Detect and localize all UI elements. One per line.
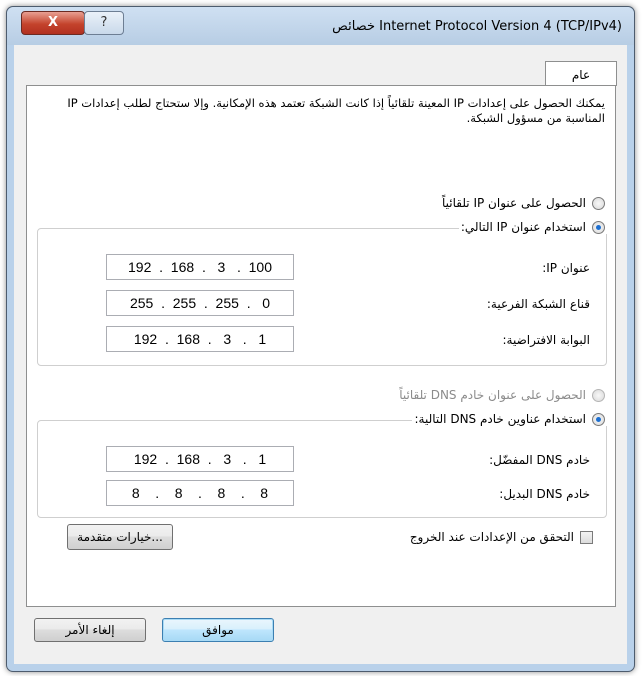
dns-auto-option[interactable]: الحصول على عنوان خادم DNS تلقائياً [399,388,605,402]
validate-on-exit-checkbox[interactable] [580,530,593,544]
tab-general[interactable]: عام [545,61,617,86]
advanced-button[interactable]: خيارات متقدمة... [67,524,173,550]
close-icon: X [47,15,59,30]
dns-auto-radio[interactable] [592,388,605,402]
preferred-dns-field[interactable]: 192 . 168 . 3 . 1 [106,446,294,472]
description-text: يمكنك الحصول على إعدادات IP المعينة تلقا… [67,96,605,125]
dns-manual-radio[interactable] [592,412,605,426]
validate-on-exit-label: التحقق من الإعدادات عند الخروج [409,530,574,544]
ok-button[interactable]: موافق [162,618,274,642]
alternate-dns-field[interactable]: 8 . 8 . 8 . 8 [106,480,294,506]
close-button[interactable]: X [21,11,85,35]
ip-manual-option[interactable]: استخدام عنوان IP التالي: [458,220,609,234]
alternate-dns-label: خادم DNS البديل: [499,487,590,501]
tcpip-properties-window: X ? خصائص Internet Protocol Version 4 (T… [6,6,635,672]
dns-settings-group: خادم DNS المفضّل: 192 . 168 . 3 . 1 خادم… [37,420,607,518]
title-bar[interactable]: X ? خصائص Internet Protocol Version 4 (T… [7,7,634,45]
ip-auto-label: الحصول على عنوان IP تلقائياً [441,196,586,210]
ip-settings-group: عنوان IP: 192 . 168 . 3 . 100 قناع الشبك… [37,228,607,366]
preferred-dns-label: خادم DNS المفضّل: [489,453,590,467]
dialog-client-area: عام يمكنك الحصول على إعدادات IP المعينة … [14,45,627,664]
general-tab-panel: يمكنك الحصول على إعدادات IP المعينة تلقا… [26,85,616,607]
dns-auto-label: الحصول على عنوان خادم DNS تلقائياً [399,388,586,402]
subnet-mask-field[interactable]: 255 . 255 . 255 . 0 [106,290,294,316]
dns-manual-option[interactable]: استخدام عناوين خادم DNS التالية: [412,412,609,426]
window-title: خصائص Internet Protocol Version 4 (TCP/I… [332,19,622,34]
subnet-mask-label: قناع الشبكة الفرعية: [486,297,590,311]
ip-auto-option[interactable]: الحصول على عنوان IP تلقائياً [442,196,605,210]
validate-on-exit-option[interactable]: التحقق من الإعدادات عند الخروج [410,530,593,544]
default-gateway-label: البوابة الافتراضية: [502,333,590,347]
cancel-button[interactable]: إلغاء الأمر [34,618,146,642]
ip-manual-radio[interactable] [592,220,605,234]
default-gateway-field[interactable]: 192 . 168 . 3 . 1 [106,326,294,352]
dns-manual-label: استخدام عناوين خادم DNS التالية: [414,412,586,426]
ip-auto-radio[interactable] [592,196,605,210]
ip-manual-label: استخدام عنوان IP التالي: [460,220,586,234]
help-icon: ? [100,15,108,30]
ip-address-label: عنوان IP: [542,261,590,275]
ip-address-field[interactable]: 192 . 168 . 3 . 100 [106,254,294,280]
help-button[interactable]: ? [84,11,124,35]
